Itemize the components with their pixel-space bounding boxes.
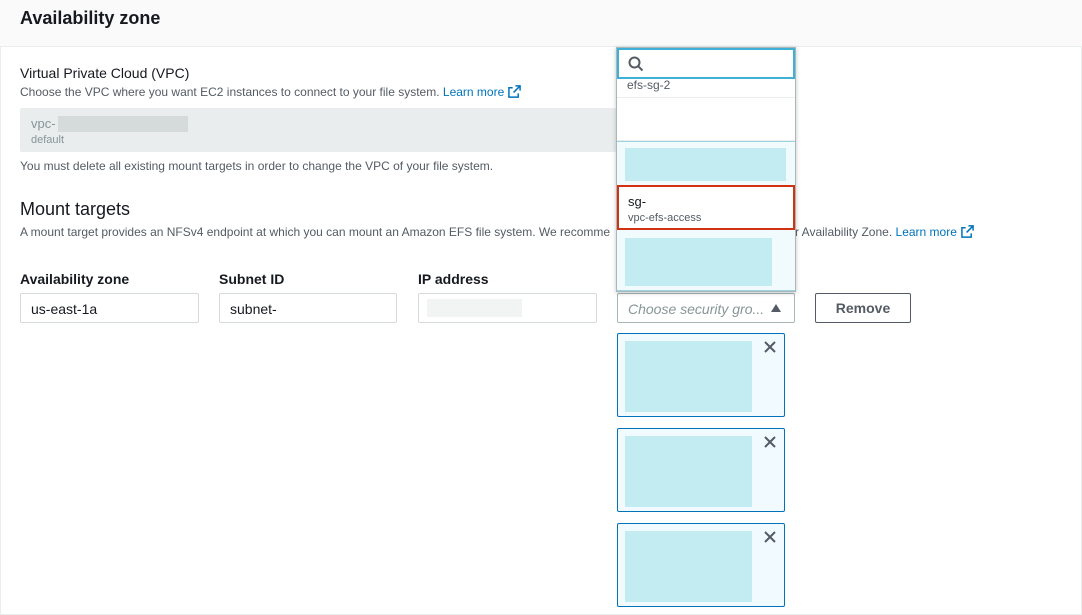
vpc-note: You must delete all existing mount targe… xyxy=(20,159,494,173)
mount-targets-description: A mount target provides an NFSv4 endpoin… xyxy=(20,225,1020,239)
dropdown-option-redacted[interactable] xyxy=(617,141,795,185)
selected-security-group-token xyxy=(617,428,785,512)
external-link-icon[interactable] xyxy=(508,85,522,98)
redacted-token-content xyxy=(625,436,752,507)
redacted-ip-address xyxy=(427,299,522,317)
close-icon[interactable] xyxy=(763,530,777,544)
vpc-learn-more-link[interactable]: Learn more xyxy=(443,85,522,99)
remove-mount-target-button[interactable]: Remove xyxy=(815,293,911,323)
selected-security-group-token xyxy=(617,523,785,607)
vpc-name-value: default xyxy=(31,134,65,146)
vpc-learn-more-text[interactable]: Learn more xyxy=(443,85,504,99)
ip-address-field[interactable] xyxy=(418,293,597,323)
section-title: Availability zone xyxy=(20,8,161,28)
dropdown-divider xyxy=(617,97,795,98)
security-group-dropdown[interactable]: efs-sg-2 sg- vpc-efs-access xyxy=(616,47,796,292)
dropdown-option-redacted[interactable] xyxy=(617,230,795,291)
availability-zone-field[interactable]: us-east-1a xyxy=(20,293,199,323)
subnet-id-field[interactable]: subnet- xyxy=(219,293,397,323)
mount-targets-description-tail: r Availability Zone. Learn more xyxy=(795,225,974,239)
redacted-token-content xyxy=(625,341,752,412)
vpc-description: Choose the VPC where you want EC2 instan… xyxy=(20,85,522,99)
vpc-select-disabled: vpc- default xyxy=(20,108,616,152)
mount-targets-description-text: A mount target provides an NFSv4 endpoin… xyxy=(20,225,611,239)
mount-targets-description-tail-text: r Availability Zone. xyxy=(795,225,893,239)
mount-targets-learn-more-link[interactable]: Learn more xyxy=(896,225,974,239)
security-group-select[interactable]: Choose security gro... xyxy=(617,293,795,323)
selected-security-group-token xyxy=(617,333,785,417)
column-ip-address: IP address xyxy=(418,271,489,287)
mount-targets-learn-more-text[interactable]: Learn more xyxy=(896,225,957,239)
section-header: Availability zone xyxy=(0,0,1082,47)
mount-targets-title: Mount targets xyxy=(20,199,131,219)
close-icon[interactable] xyxy=(763,435,777,449)
redacted-vpc-id xyxy=(58,116,188,132)
option-sg-name: vpc-efs-access xyxy=(628,212,702,224)
vpc-description-text: Choose the VPC where you want EC2 instan… xyxy=(20,85,440,99)
column-subnet-id: Subnet ID xyxy=(219,271,285,287)
redacted-option-content xyxy=(625,238,772,286)
option-sg-id: sg- xyxy=(628,194,647,209)
close-icon[interactable] xyxy=(763,340,777,354)
external-link-icon[interactable] xyxy=(961,225,974,238)
dropdown-option-efs-sg-2[interactable]: efs-sg-2 xyxy=(627,78,670,92)
vpc-label: Virtual Private Cloud (VPC) xyxy=(20,65,190,81)
search-icon xyxy=(628,56,644,72)
redacted-option-content xyxy=(625,148,786,181)
dropdown-option-highlighted[interactable]: sg- vpc-efs-access xyxy=(617,185,795,230)
caret-up-icon[interactable] xyxy=(771,304,781,312)
security-group-placeholder: Choose security gro... xyxy=(628,301,765,317)
dropdown-search-input[interactable] xyxy=(617,48,795,79)
redacted-token-content xyxy=(625,531,752,602)
vpc-id-value: vpc- xyxy=(31,116,56,131)
column-availability-zone: Availability zone xyxy=(20,271,130,287)
